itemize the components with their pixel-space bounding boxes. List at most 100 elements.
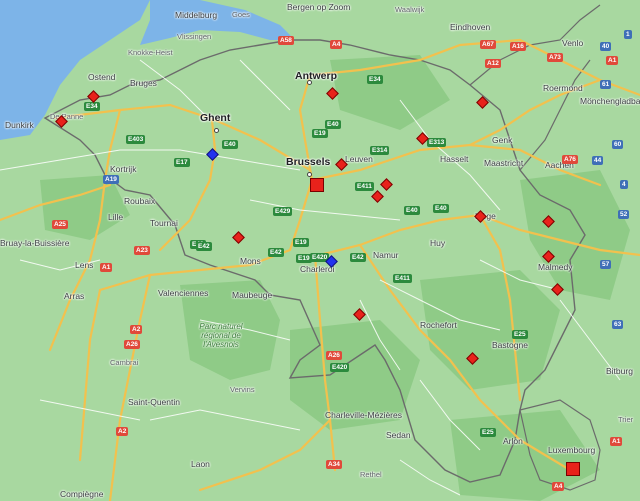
road-shield: E429 — [273, 207, 293, 216]
city-dot — [307, 172, 312, 177]
road-shield: E25 — [512, 330, 528, 339]
road-shield: E40 — [325, 120, 341, 129]
road-shield: A16 — [510, 42, 526, 51]
road-shield: E40 — [404, 206, 420, 215]
town-label: Cambrai — [110, 358, 139, 367]
road-shield: E42 — [196, 242, 212, 251]
city-label: Roermond — [543, 83, 583, 93]
city-label: Arras — [64, 291, 85, 301]
major-city-label: Antwerp — [295, 70, 337, 82]
town-label: Rethel — [360, 470, 382, 479]
road-shield: E34 — [84, 102, 100, 111]
city-label: Leuven — [345, 154, 373, 164]
large-square-marker[interactable] — [566, 462, 580, 476]
town-label: Waalwijk — [395, 5, 425, 14]
city-label: Bastogne — [492, 340, 528, 350]
road-shield: E403 — [126, 135, 146, 144]
road-shield: 52 — [618, 210, 630, 219]
road-shield: E34 — [367, 75, 383, 84]
city-label: Mönchengladbach — [580, 96, 640, 106]
city-label: Maubeuge — [232, 290, 273, 300]
major-city-label: Brussels — [286, 156, 331, 168]
city-label: Sedan — [386, 430, 411, 440]
road-shield: 63 — [612, 320, 624, 329]
city-label: Rochefort — [420, 320, 457, 330]
city-label: Charleville-Mézières — [325, 410, 402, 420]
road-shield: A2 — [116, 427, 129, 436]
city-label: Arlon — [503, 436, 523, 446]
road-shield: A58 — [278, 36, 294, 45]
road-shield: A34 — [326, 460, 342, 469]
city-label: Huy — [430, 238, 446, 248]
city-label: Tournai — [150, 218, 178, 228]
city-label: Lille — [108, 212, 124, 222]
city-dot — [214, 128, 219, 133]
road-shield: A19 — [103, 175, 119, 184]
city-label: Compiègne — [60, 489, 104, 499]
city-label: Hasselt — [440, 154, 469, 164]
road-shield: 61 — [600, 80, 612, 89]
road-shield: 57 — [600, 260, 612, 269]
city-label: Malmedy — [538, 262, 573, 272]
road-shield: 1 — [624, 30, 632, 39]
road-shield: A23 — [134, 246, 150, 255]
road-shield: E411 — [393, 274, 412, 283]
city-label: Mons — [240, 256, 261, 266]
city-label: Namur — [373, 250, 399, 260]
road-shield: E314 — [370, 146, 390, 155]
road-shield: E40 — [433, 204, 449, 213]
large-square-marker[interactable] — [310, 178, 324, 192]
road-shield: E420 — [330, 363, 350, 372]
road-shield: A76 — [562, 155, 578, 164]
map-canvas[interactable]: Antwerp Ghent Brussels Middelburg Bergen op … — [0, 0, 640, 501]
road-shield: A73 — [547, 53, 563, 62]
road-shield: E19 — [312, 129, 328, 138]
road-shield: E42 — [350, 253, 366, 262]
city-label: Genk — [492, 135, 513, 145]
road-shield: E25 — [480, 428, 496, 437]
road-shield: A67 — [480, 40, 496, 49]
city-label: Laon — [191, 459, 210, 469]
road-shield: A26 — [124, 340, 140, 349]
road-shield: E42 — [268, 248, 284, 257]
city-label: Bergen op Zoom — [287, 2, 351, 12]
park-label: Parc naturel régional de l'Avesnois — [199, 322, 243, 349]
road-shield: E313 — [427, 138, 447, 147]
city-label: Dunkirk — [5, 120, 34, 130]
town-label: Goes — [232, 10, 250, 19]
city-dot — [307, 80, 312, 85]
road-shield: 4 — [620, 180, 628, 189]
city-label: Bitburg — [606, 366, 633, 376]
road-shield: A1 — [610, 437, 623, 446]
road-shield: A12 — [485, 59, 501, 68]
road-shield: E17 — [174, 158, 190, 167]
road-shield: A4 — [552, 482, 565, 491]
road-shield: 44 — [592, 156, 604, 165]
city-label: Roubaix — [124, 196, 156, 206]
road-shield: A26 — [326, 351, 342, 360]
major-city-label: Ghent — [200, 112, 231, 124]
road-shield: E40 — [222, 140, 238, 149]
city-label: Kortrijk — [110, 164, 137, 174]
town-label: Trier — [618, 415, 634, 424]
scheldt-estuary — [140, 0, 295, 45]
road-shield: A25 — [52, 220, 68, 229]
road-shield: E19 — [293, 238, 309, 247]
city-label: Saint-Quentin — [128, 397, 180, 407]
city-label: Valenciennes — [158, 288, 209, 298]
germany-border — [519, 59, 591, 171]
city-label: Luxembourg — [548, 445, 596, 455]
city-label: Bruges — [130, 78, 157, 88]
road-shield: E19 — [296, 254, 312, 263]
town-label: Vervins — [230, 385, 255, 394]
city-label: Middelburg — [175, 10, 218, 20]
road-shield: E411 — [355, 182, 374, 191]
road-shield: 40 — [600, 42, 612, 51]
city-label: Maastricht — [484, 158, 524, 168]
city-label: Ostend — [88, 72, 116, 82]
road-shield: A4 — [330, 40, 343, 49]
town-label: Vlissingen — [177, 32, 212, 41]
city-label: Bruay-la-Buissière — [0, 238, 70, 248]
city-label: Eindhoven — [450, 22, 491, 32]
road-shield: A1 — [606, 56, 619, 65]
